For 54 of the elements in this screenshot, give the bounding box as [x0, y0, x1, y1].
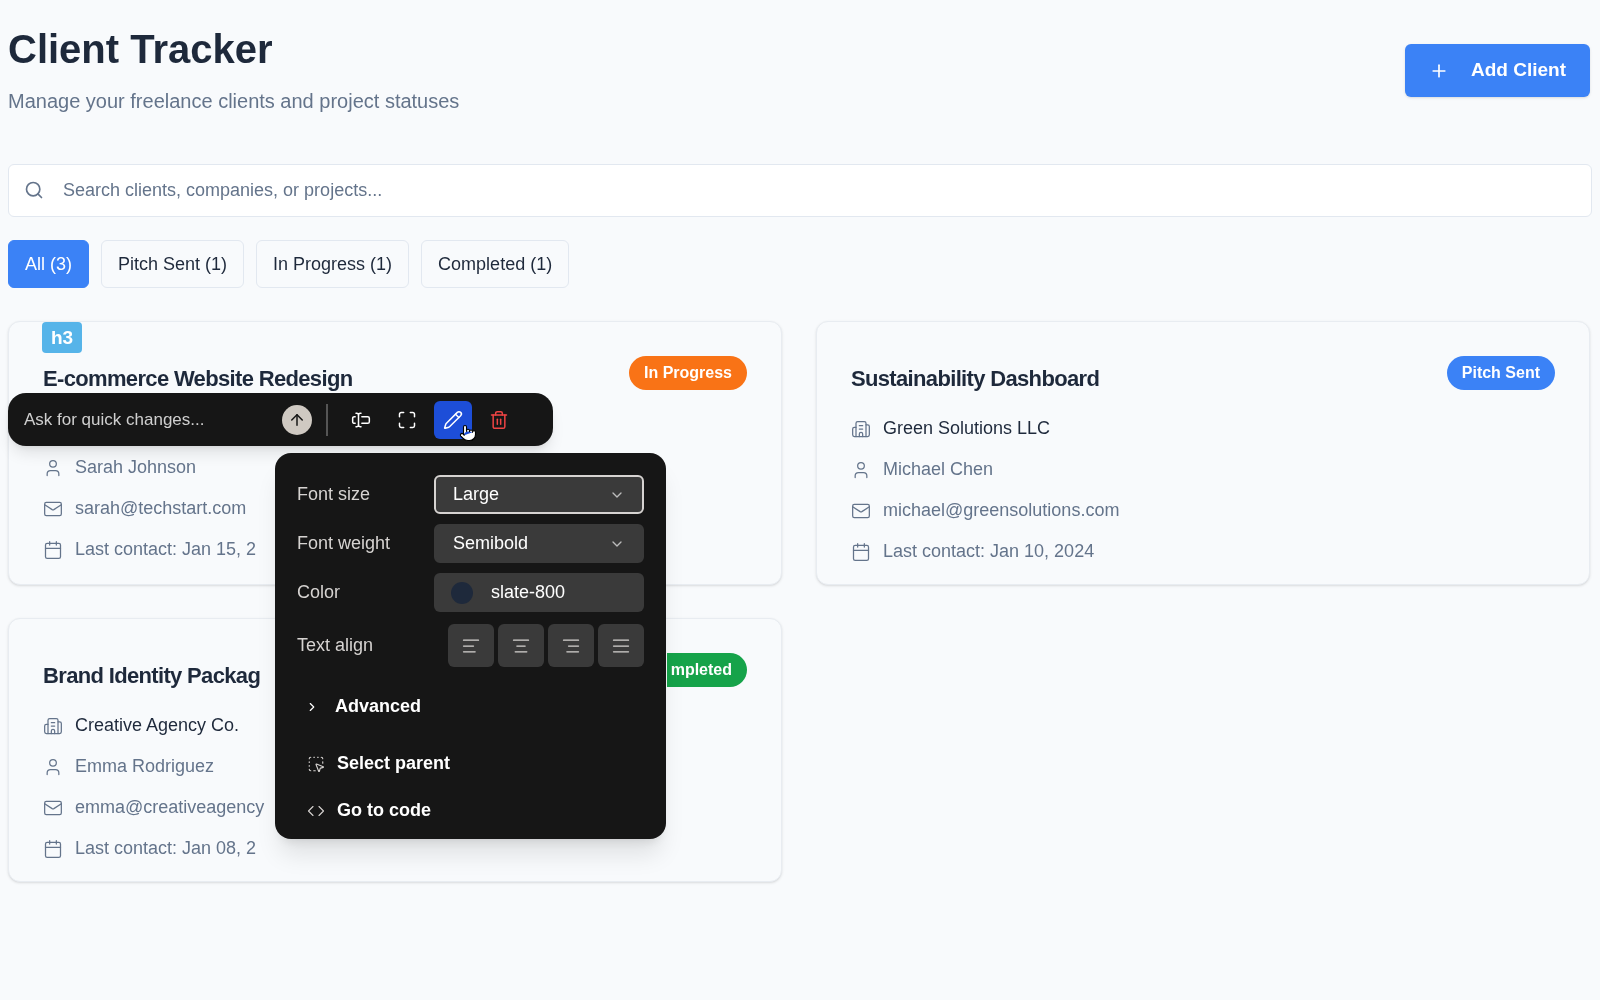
advanced-toggle[interactable]: Advanced	[305, 693, 422, 720]
style-dropdown[interactable]: Large	[434, 475, 644, 514]
field-label: Font weight	[297, 532, 391, 555]
calendar-icon	[43, 539, 63, 560]
status-badge: mpleted	[666, 653, 747, 687]
contact-name: Sarah Johnson	[75, 456, 197, 479]
contact-name: Emma Rodriguez	[75, 755, 215, 778]
field-label: Font size	[297, 483, 371, 506]
company-name: Creative Agency Co.	[75, 714, 240, 737]
last-contact: Last contact: Jan 15, 2	[75, 538, 257, 561]
expand-icon	[397, 409, 417, 430]
hand-cursor-icon	[459, 424, 477, 442]
trash-icon	[489, 409, 509, 430]
pencil-icon	[443, 409, 463, 430]
status-badge: In Progress	[628, 356, 747, 390]
last-contact: Last contact: Jan 10, 2024	[883, 540, 1095, 563]
style-dropdown[interactable]: Semibold	[434, 524, 644, 563]
menu-action[interactable]: Select parent	[307, 750, 644, 777]
last-contact: Last contact: Jan 08, 2	[75, 837, 257, 860]
field-label: Color	[297, 581, 340, 604]
send-button[interactable]	[282, 404, 312, 435]
filter-tab[interactable]: Completed (1)	[421, 240, 570, 288]
add-client-button[interactable]: Add Client	[1405, 44, 1590, 97]
building-icon	[43, 715, 63, 736]
align-center-button[interactable]	[498, 624, 544, 667]
search-field[interactable]: Search clients, companies, or projects...	[8, 164, 1592, 217]
calendar-icon	[851, 541, 871, 562]
page-subtitle: Manage your freelance clients and project statuses	[8, 89, 460, 114]
dashed-select-icon	[307, 754, 325, 773]
element-tag: h3	[42, 322, 83, 353]
project-title: Sustainability Dashboard	[851, 365, 1100, 393]
contact-email: emma@creativeagency	[75, 796, 265, 819]
filter-tab[interactable]: All (3)	[8, 240, 89, 288]
filter-tab[interactable]: In Progress (1)	[256, 240, 410, 288]
color-picker[interactable]: slate-800	[434, 573, 644, 612]
align-right-button[interactable]	[548, 624, 594, 667]
project-title: E-commerce Website Redesign	[43, 365, 353, 393]
prompt-field[interactable]: Ask for quick changes...	[24, 406, 274, 433]
search-icon	[24, 180, 44, 200]
contact-email: sarah@techstart.com	[75, 497, 247, 520]
field-label: Text align	[297, 634, 374, 657]
calendar-icon	[43, 838, 63, 859]
align-justify-button[interactable]	[598, 624, 644, 667]
menu-action[interactable]: Go to code	[307, 797, 644, 824]
building-icon	[851, 418, 871, 439]
status-badge: Pitch Sent	[1446, 356, 1555, 390]
company-name: Green Solutions LLC	[883, 417, 1051, 440]
project-title: Brand Identity Packag	[43, 662, 261, 690]
align-left-button[interactable]	[448, 624, 494, 667]
contact-email: michael@greensolutions.com	[883, 499, 1120, 522]
edit-tool-button[interactable]	[434, 400, 472, 439]
page-title: Client Tracker	[8, 26, 274, 73]
filter-tab[interactable]: Pitch Sent (1)	[101, 240, 245, 288]
contact-name: Michael Chen	[883, 458, 994, 481]
